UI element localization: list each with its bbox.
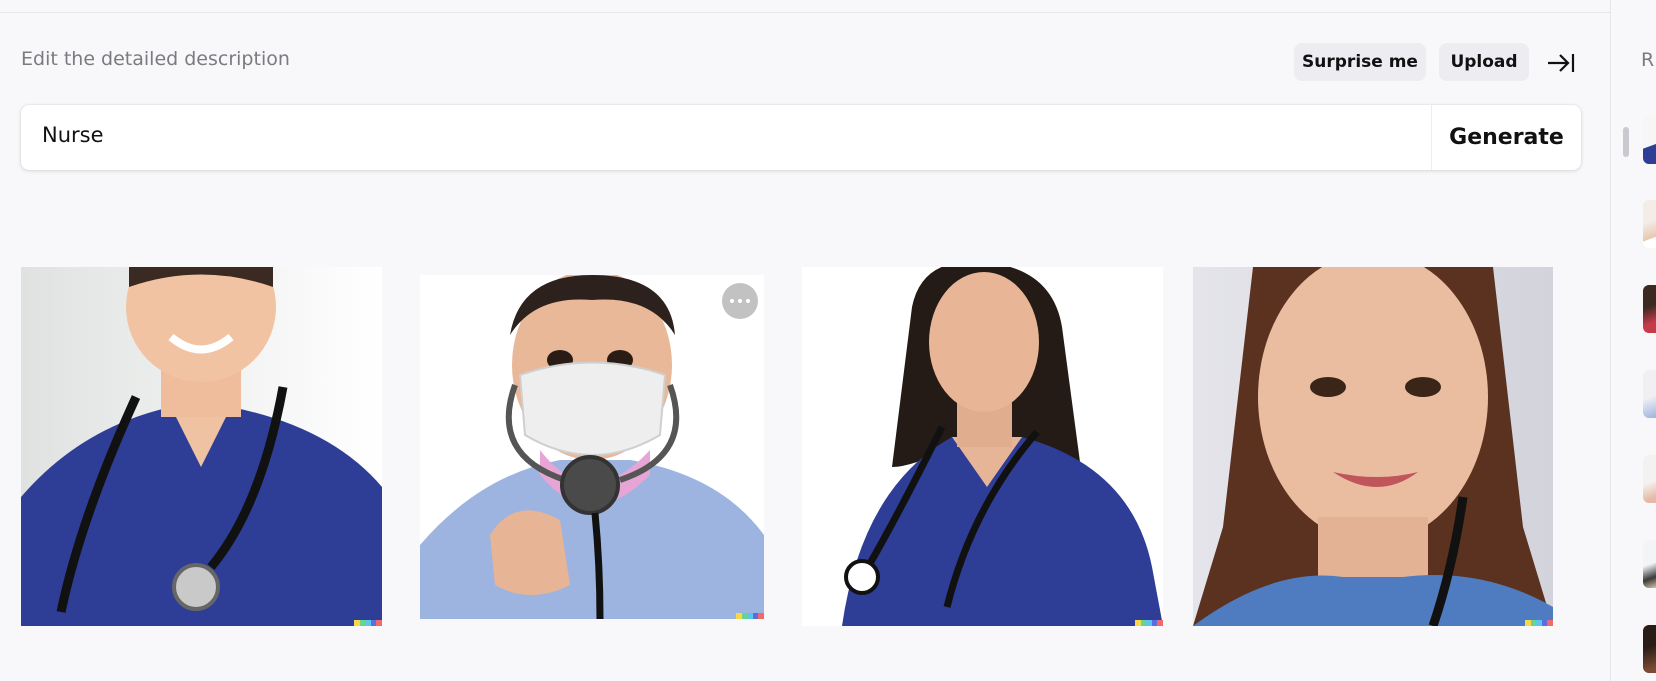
- result-image-1[interactable]: [21, 267, 382, 626]
- signature-mark: [1135, 620, 1163, 626]
- upload-button[interactable]: Upload: [1439, 43, 1529, 81]
- result-image-1-graphic: [21, 267, 382, 626]
- result-image-2-graphic: [420, 275, 764, 619]
- history-thumbnail[interactable]: [1643, 370, 1656, 418]
- prompt-input[interactable]: Nurse: [42, 123, 104, 147]
- prompt-bar: Nurse Generate: [21, 105, 1581, 170]
- result-image-3[interactable]: [802, 267, 1163, 626]
- history-thumbnail[interactable]: [1643, 455, 1656, 503]
- description-label: Edit the detailed description: [21, 48, 290, 70]
- result-image-3-graphic: [802, 267, 1163, 626]
- generate-button[interactable]: Generate: [1432, 105, 1581, 170]
- surprise-me-button[interactable]: Surprise me: [1294, 43, 1426, 81]
- sidebar-scrollbar[interactable]: [1623, 127, 1629, 157]
- history-thumbnail[interactable]: [1643, 200, 1656, 248]
- history-thumbnail[interactable]: [1643, 540, 1656, 588]
- result-image-4-graphic: [1193, 267, 1553, 626]
- sidebar-title: R: [1641, 49, 1655, 71]
- main-panel: Edit the detailed description Surprise m…: [0, 0, 1610, 681]
- history-thumbnail[interactable]: [1643, 285, 1656, 333]
- signature-mark: [736, 613, 764, 619]
- history-thumbnail[interactable]: [1643, 116, 1656, 164]
- recent-sidebar: R: [1610, 0, 1656, 681]
- history-thumbnail[interactable]: [1643, 625, 1656, 673]
- result-image-4[interactable]: [1193, 267, 1553, 626]
- signature-mark: [354, 620, 382, 626]
- signature-mark: [1525, 620, 1553, 626]
- more-options-button[interactable]: [722, 283, 758, 319]
- collapse-sidebar-icon[interactable]: [1546, 50, 1576, 76]
- result-image-2[interactable]: [420, 275, 764, 619]
